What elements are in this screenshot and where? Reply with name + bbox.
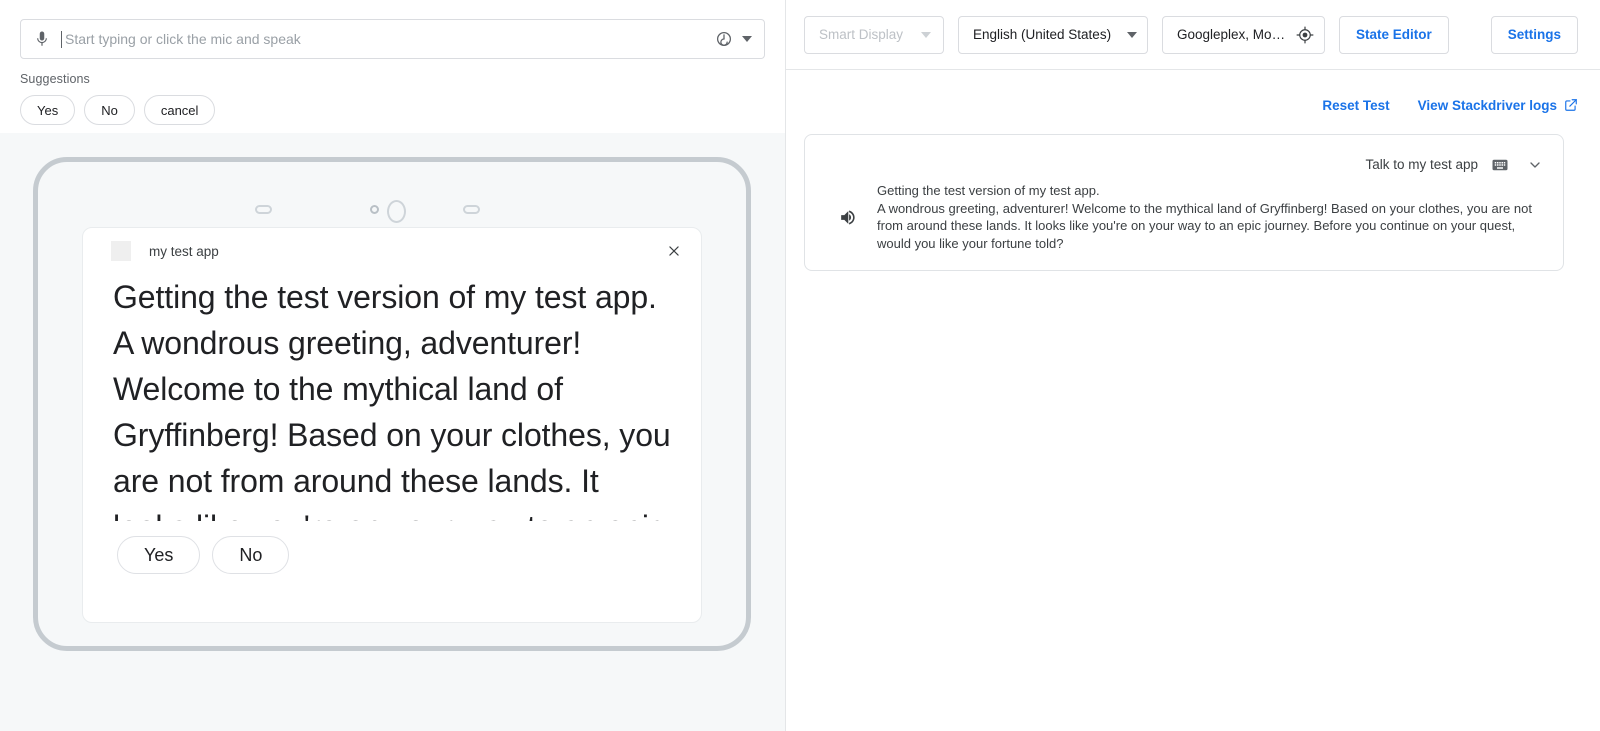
smart-display-device-frame: my test app Getting the test version of … bbox=[33, 157, 751, 651]
screen-response-text: Getting the test version of my test app.… bbox=[113, 274, 673, 521]
screen-body: Getting the test version of my test app.… bbox=[83, 274, 701, 521]
left-pane: Suggestions Yes No cancel my test app bbox=[0, 0, 786, 731]
device-type-value: Smart Display bbox=[819, 27, 905, 42]
conversation-line-1: Getting the test version of my test app. bbox=[877, 182, 1537, 200]
test-actions-row: Reset Test View Stackdriver logs bbox=[786, 70, 1600, 118]
simulator-toolbar: Smart Display English (United States) Go… bbox=[786, 0, 1600, 70]
audio-dropdown-caret-down-icon[interactable] bbox=[742, 36, 752, 42]
language-select[interactable]: English (United States) bbox=[958, 16, 1148, 54]
device-type-select[interactable]: Smart Display bbox=[804, 16, 944, 54]
location-select[interactable]: Googleplex, Mountain ... bbox=[1162, 16, 1325, 54]
microphone-icon[interactable] bbox=[33, 30, 51, 48]
suggestion-chip-cancel[interactable]: cancel bbox=[144, 95, 216, 125]
view-logs-label: View Stackdriver logs bbox=[1418, 98, 1557, 113]
conversation-text-lines: Getting the test version of my test app.… bbox=[877, 182, 1537, 252]
screen-action-buttons: Yes No bbox=[83, 521, 701, 574]
open-in-new-icon bbox=[1564, 98, 1578, 112]
app-logo-placeholder bbox=[111, 241, 131, 261]
volume-up-icon[interactable] bbox=[837, 207, 857, 227]
audio-output-icon[interactable] bbox=[715, 30, 733, 48]
conversation-card: Talk to my test app bbox=[804, 134, 1564, 271]
close-icon[interactable] bbox=[665, 242, 683, 260]
assistant-simulator-page: Suggestions Yes No cancel my test app bbox=[0, 0, 1600, 731]
camera-ring-icon bbox=[387, 200, 406, 223]
language-value: English (United States) bbox=[973, 27, 1111, 42]
device-simulator-stage: my test app Getting the test version of … bbox=[0, 133, 785, 731]
state-editor-button[interactable]: State Editor bbox=[1339, 16, 1449, 54]
chevron-down-icon bbox=[921, 32, 931, 38]
chevron-down-icon[interactable] bbox=[1527, 157, 1543, 173]
suggestions-label: Suggestions bbox=[0, 59, 785, 86]
speaker-slot-right-icon bbox=[463, 205, 480, 214]
conversation-line-2: A wondrous greeting, adventurer! Welcome… bbox=[877, 200, 1537, 253]
conversation-user-utterance: Talk to my test app bbox=[1365, 157, 1478, 172]
query-input-box[interactable] bbox=[20, 19, 765, 59]
location-value: Googleplex, Mountain ... bbox=[1177, 27, 1290, 42]
keyboard-icon[interactable] bbox=[1491, 156, 1509, 174]
reset-test-link[interactable]: Reset Test bbox=[1322, 98, 1389, 113]
query-row bbox=[0, 0, 785, 59]
speaker-slot-left-icon bbox=[255, 205, 272, 214]
device-screen: my test app Getting the test version of … bbox=[82, 227, 702, 623]
screen-button-yes[interactable]: Yes bbox=[117, 536, 200, 574]
conversation-header: Talk to my test app bbox=[823, 135, 1545, 175]
view-stackdriver-logs-link[interactable]: View Stackdriver logs bbox=[1418, 98, 1578, 113]
settings-button[interactable]: Settings bbox=[1491, 16, 1578, 54]
chevron-down-icon bbox=[1127, 32, 1137, 38]
suggestion-chip-yes[interactable]: Yes bbox=[20, 95, 75, 125]
suggestion-chip-list: Yes No cancel bbox=[0, 86, 785, 125]
suggestion-chip-no[interactable]: No bbox=[84, 95, 135, 125]
screen-header: my test app bbox=[83, 228, 701, 274]
indicator-dot-icon bbox=[370, 205, 379, 214]
reset-test-label: Reset Test bbox=[1322, 98, 1389, 113]
search-input[interactable] bbox=[62, 20, 715, 58]
screen-app-title: my test app bbox=[149, 244, 665, 259]
right-pane: Smart Display English (United States) Go… bbox=[786, 0, 1600, 731]
conversation-response: Getting the test version of my test app.… bbox=[823, 175, 1545, 252]
device-top-sensors bbox=[38, 200, 746, 220]
screen-button-no[interactable]: No bbox=[212, 536, 289, 574]
my-location-icon bbox=[1296, 26, 1314, 44]
